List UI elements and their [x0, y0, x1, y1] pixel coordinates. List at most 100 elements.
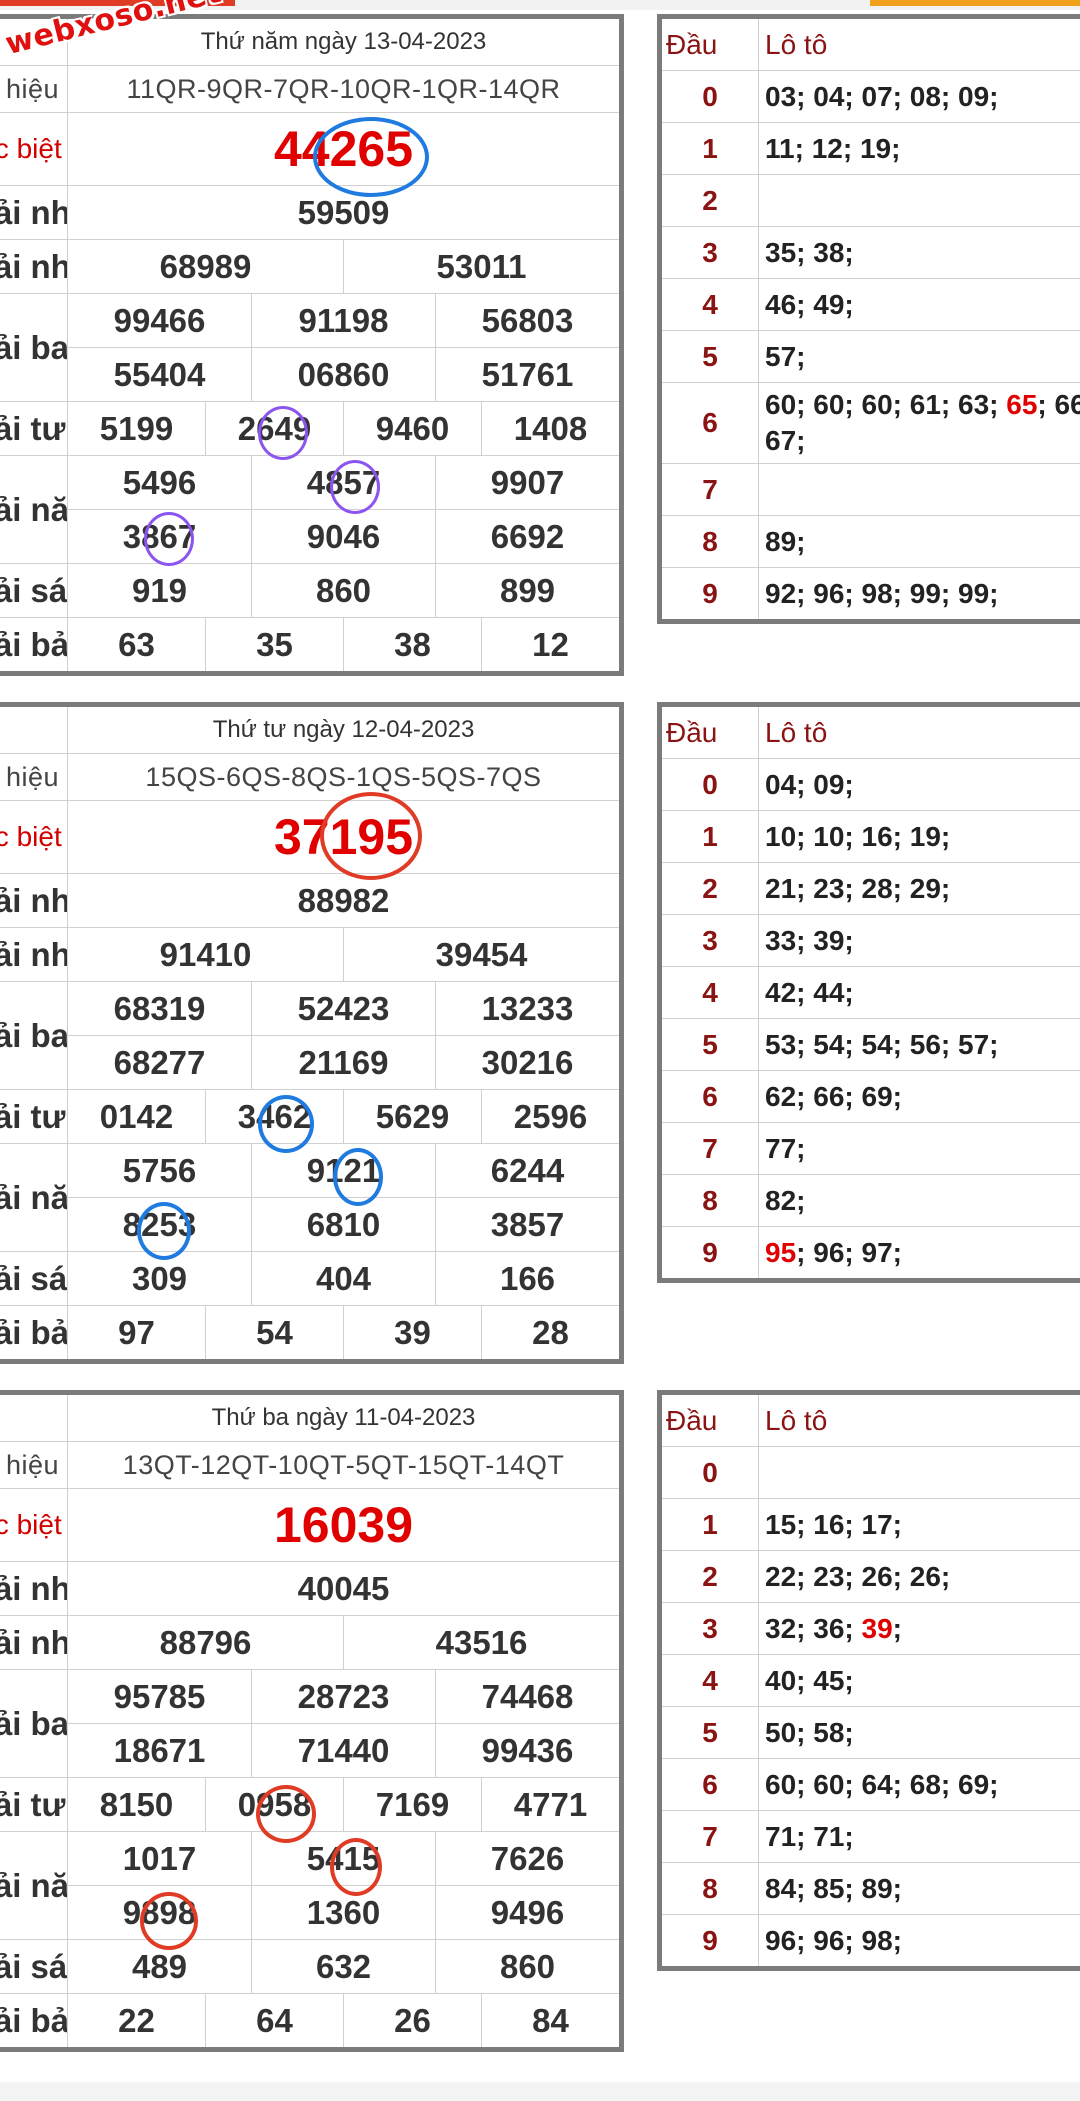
label-giai-tu: Giải tư [0, 401, 68, 456]
label-giai-nhi: Giải nhì [0, 1615, 68, 1670]
loto-highlight: 39 [861, 1612, 893, 1644]
prize-3-row: 99466 91198 56803 [67, 293, 622, 348]
loto-text: ; [892, 1612, 902, 1644]
label-dac-biet: Đặc biệt [0, 1488, 68, 1562]
label-giai-nhat: Giải nhất [0, 873, 68, 928]
loto-text: 32; 36; [765, 1612, 862, 1644]
label-dac-biet: Đặc biệt [0, 800, 68, 874]
prize-6-value: 404 [251, 1252, 435, 1305]
prize-3-value: 74468 [435, 1670, 619, 1723]
label-giai-nam: Giải năm [0, 455, 68, 564]
draw-date: Thứ ba ngày 11-04-2023 [67, 1392, 622, 1442]
loto-values: 82; [758, 1174, 1080, 1227]
label-giai-nam: Giải năm [0, 1831, 68, 1940]
label-giai-nhi: Giải nhì [0, 239, 68, 294]
loto-head: 4 [659, 966, 759, 1019]
prize-7-value: 22 [118, 2001, 155, 2039]
loto-table-1: Đầu Lô tô 0 04; 09; 1 10; 10; 16; 19; 2 21; … [657, 702, 1080, 1283]
prize-3-row: 95785 28723 74468 [67, 1669, 622, 1724]
label-giai-ba: Giải ba [0, 1669, 68, 1778]
prize-3-value: 28723 [251, 1670, 435, 1723]
prize-5-value: 6692 [435, 510, 619, 563]
prize-6-value: 919 [131, 571, 188, 609]
loto-text: 67; [765, 425, 806, 456]
prize-4-value: 1408 [481, 402, 619, 455]
prize-5-value: 6244 [435, 1144, 619, 1197]
prize-5-row: 8253 6810 3857 [67, 1197, 622, 1252]
loto-head: 8 [659, 1862, 759, 1915]
prize-1: 40045 [67, 1561, 622, 1616]
prize-3-value: 99466 [113, 301, 206, 339]
prize-4-row: 5199 2649 9460 1408 [67, 401, 622, 456]
prize-6-row: 489 632 860 [67, 1939, 622, 1994]
prize-5-value: 8253 [122, 1205, 197, 1243]
loto-values: 21; 23; 28; 29; [758, 862, 1080, 915]
prize-5-row: 5496 4857 9907 [67, 455, 622, 510]
prize-5-row: 9898 1360 9496 [67, 1885, 622, 1940]
prize-4-value: 2596 [481, 1090, 619, 1143]
prize-7-value: 28 [481, 1306, 619, 1359]
top-bar-orange [870, 0, 1080, 6]
prize-4-value: 4771 [481, 1778, 619, 1831]
label-giai-sau: Giải sáu [0, 1939, 68, 1994]
prize-5-value: 1017 [122, 1839, 197, 1877]
loto-values: 50; 58; [758, 1706, 1080, 1759]
loto-highlight: 95 [765, 1236, 797, 1268]
loto-values: 15; 16; 17; [758, 1498, 1080, 1551]
prize-5-value: 9496 [435, 1886, 619, 1939]
label-dac-biet: Đặc biệt [0, 112, 68, 186]
special-prize: 44265 [67, 112, 622, 186]
prize-4-value: 8150 [99, 1785, 174, 1823]
loto-values: 95; 96; 97; [758, 1226, 1080, 1281]
draw-codes: 13QT-12QT-10QT-5QT-15QT-14QT [67, 1441, 622, 1489]
loto-table-2: Đầu Lô tô 0 1 15; 16; 17; 2 22; 23; 26; 26;… [657, 1390, 1080, 1971]
prize-3-value: 55404 [113, 355, 206, 393]
loto-values: 10; 10; 16; 19; [758, 810, 1080, 863]
results-table-2: Thứ ba ngày 11-04-2023 Ký hiệu13QT-12QT-… [0, 1390, 624, 2052]
prize-2-row: 91410 39454 [67, 927, 622, 982]
header-dau: Đầu [659, 1392, 759, 1447]
label-giai-bay: Giải bảy [0, 1305, 68, 1362]
prize-4-value: 7169 [343, 1778, 481, 1831]
label-giai-ba: Giải ba [0, 981, 68, 1090]
prize-7-value: 84 [481, 1994, 619, 2047]
prize-4-value: 0958 [205, 1778, 343, 1831]
prize-2-value: 88796 [159, 1623, 252, 1661]
results-table-0: Thứ năm ngày 13-04-2023 Ký hiệu11QR-9QR-… [0, 14, 624, 676]
loto-head: 1 [659, 122, 759, 175]
loto-head: 5 [659, 330, 759, 383]
prize-1: 59509 [67, 185, 622, 240]
loto-head: 0 [659, 70, 759, 123]
draw-date: Thứ tư ngày 12-04-2023 [67, 704, 622, 754]
loto-head: 7 [659, 463, 759, 516]
prize-5-row: 5756 9121 6244 [67, 1143, 622, 1198]
loto-values [758, 1446, 1080, 1499]
bottom-bar [0, 2082, 1080, 2101]
label-giai-bay: Giải bảy [0, 617, 68, 674]
prize-4-value: 5629 [343, 1090, 481, 1143]
loto-values: 53; 54; 54; 56; 57; [758, 1018, 1080, 1071]
header-loto: Lô tô [758, 16, 1080, 71]
prize-3-row: 18671 71440 99436 [67, 1723, 622, 1778]
draw-codes: 15QS-6QS-8QS-1QS-5QS-7QS [67, 753, 622, 801]
loto-text: 60; 60; 60; 61; 63; [765, 389, 1007, 420]
prize-4-value: 3462 [205, 1090, 343, 1143]
prize-3-value: 30216 [435, 1036, 619, 1089]
loto-highlight: 65 [1006, 389, 1038, 420]
label-ky-hieu: Ký hiệu [0, 753, 68, 801]
prize-7-value: 12 [481, 618, 619, 671]
label-ky-hieu: Ký hiệu [0, 65, 68, 113]
prize-5-value: 6810 [251, 1198, 435, 1251]
prize-3-value: 56803 [435, 294, 619, 347]
prize-6-row: 309 404 166 [67, 1251, 622, 1306]
loto-values [758, 174, 1080, 227]
loto-values: 46; 49; [758, 278, 1080, 331]
prize-3-value: 21169 [251, 1036, 435, 1089]
header-loto: Lô tô [758, 1392, 1080, 1447]
prize-7-value: 38 [343, 618, 481, 671]
header-loto: Lô tô [758, 704, 1080, 759]
prize-3-value: 99436 [435, 1724, 619, 1777]
loto-values: 35; 38; [758, 226, 1080, 279]
prize-1: 88982 [67, 873, 622, 928]
prize-2-value: 68989 [159, 247, 252, 285]
